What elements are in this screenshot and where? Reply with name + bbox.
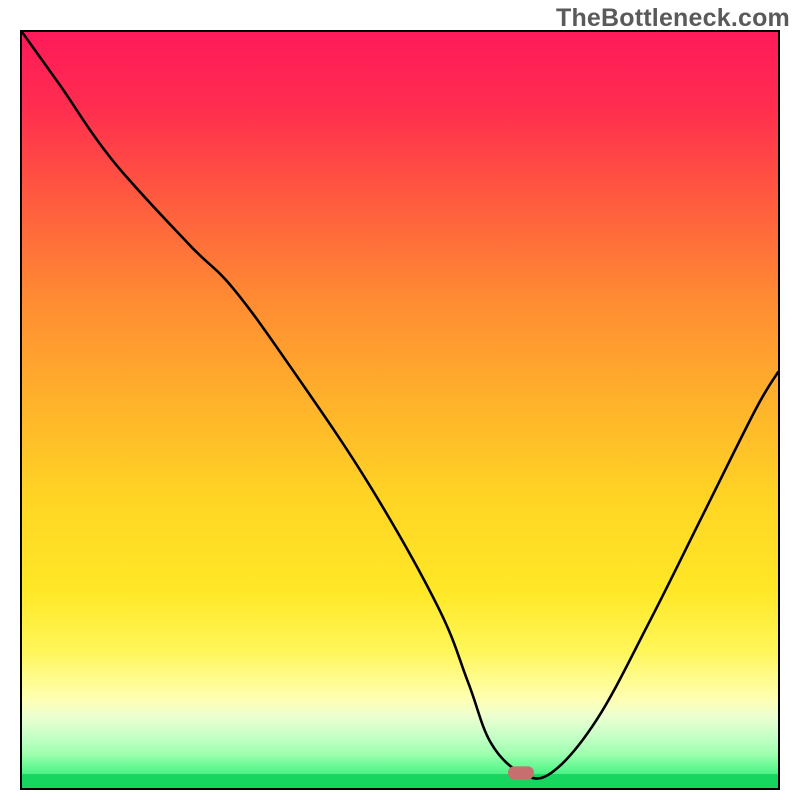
- curve-layer: [22, 32, 778, 788]
- chart-stage: TheBottleneck.com: [0, 0, 800, 800]
- minimum-marker: [508, 766, 534, 779]
- bottleneck-curve: [22, 32, 778, 779]
- watermark-text: TheBottleneck.com: [556, 4, 790, 33]
- plot-area: [20, 30, 780, 790]
